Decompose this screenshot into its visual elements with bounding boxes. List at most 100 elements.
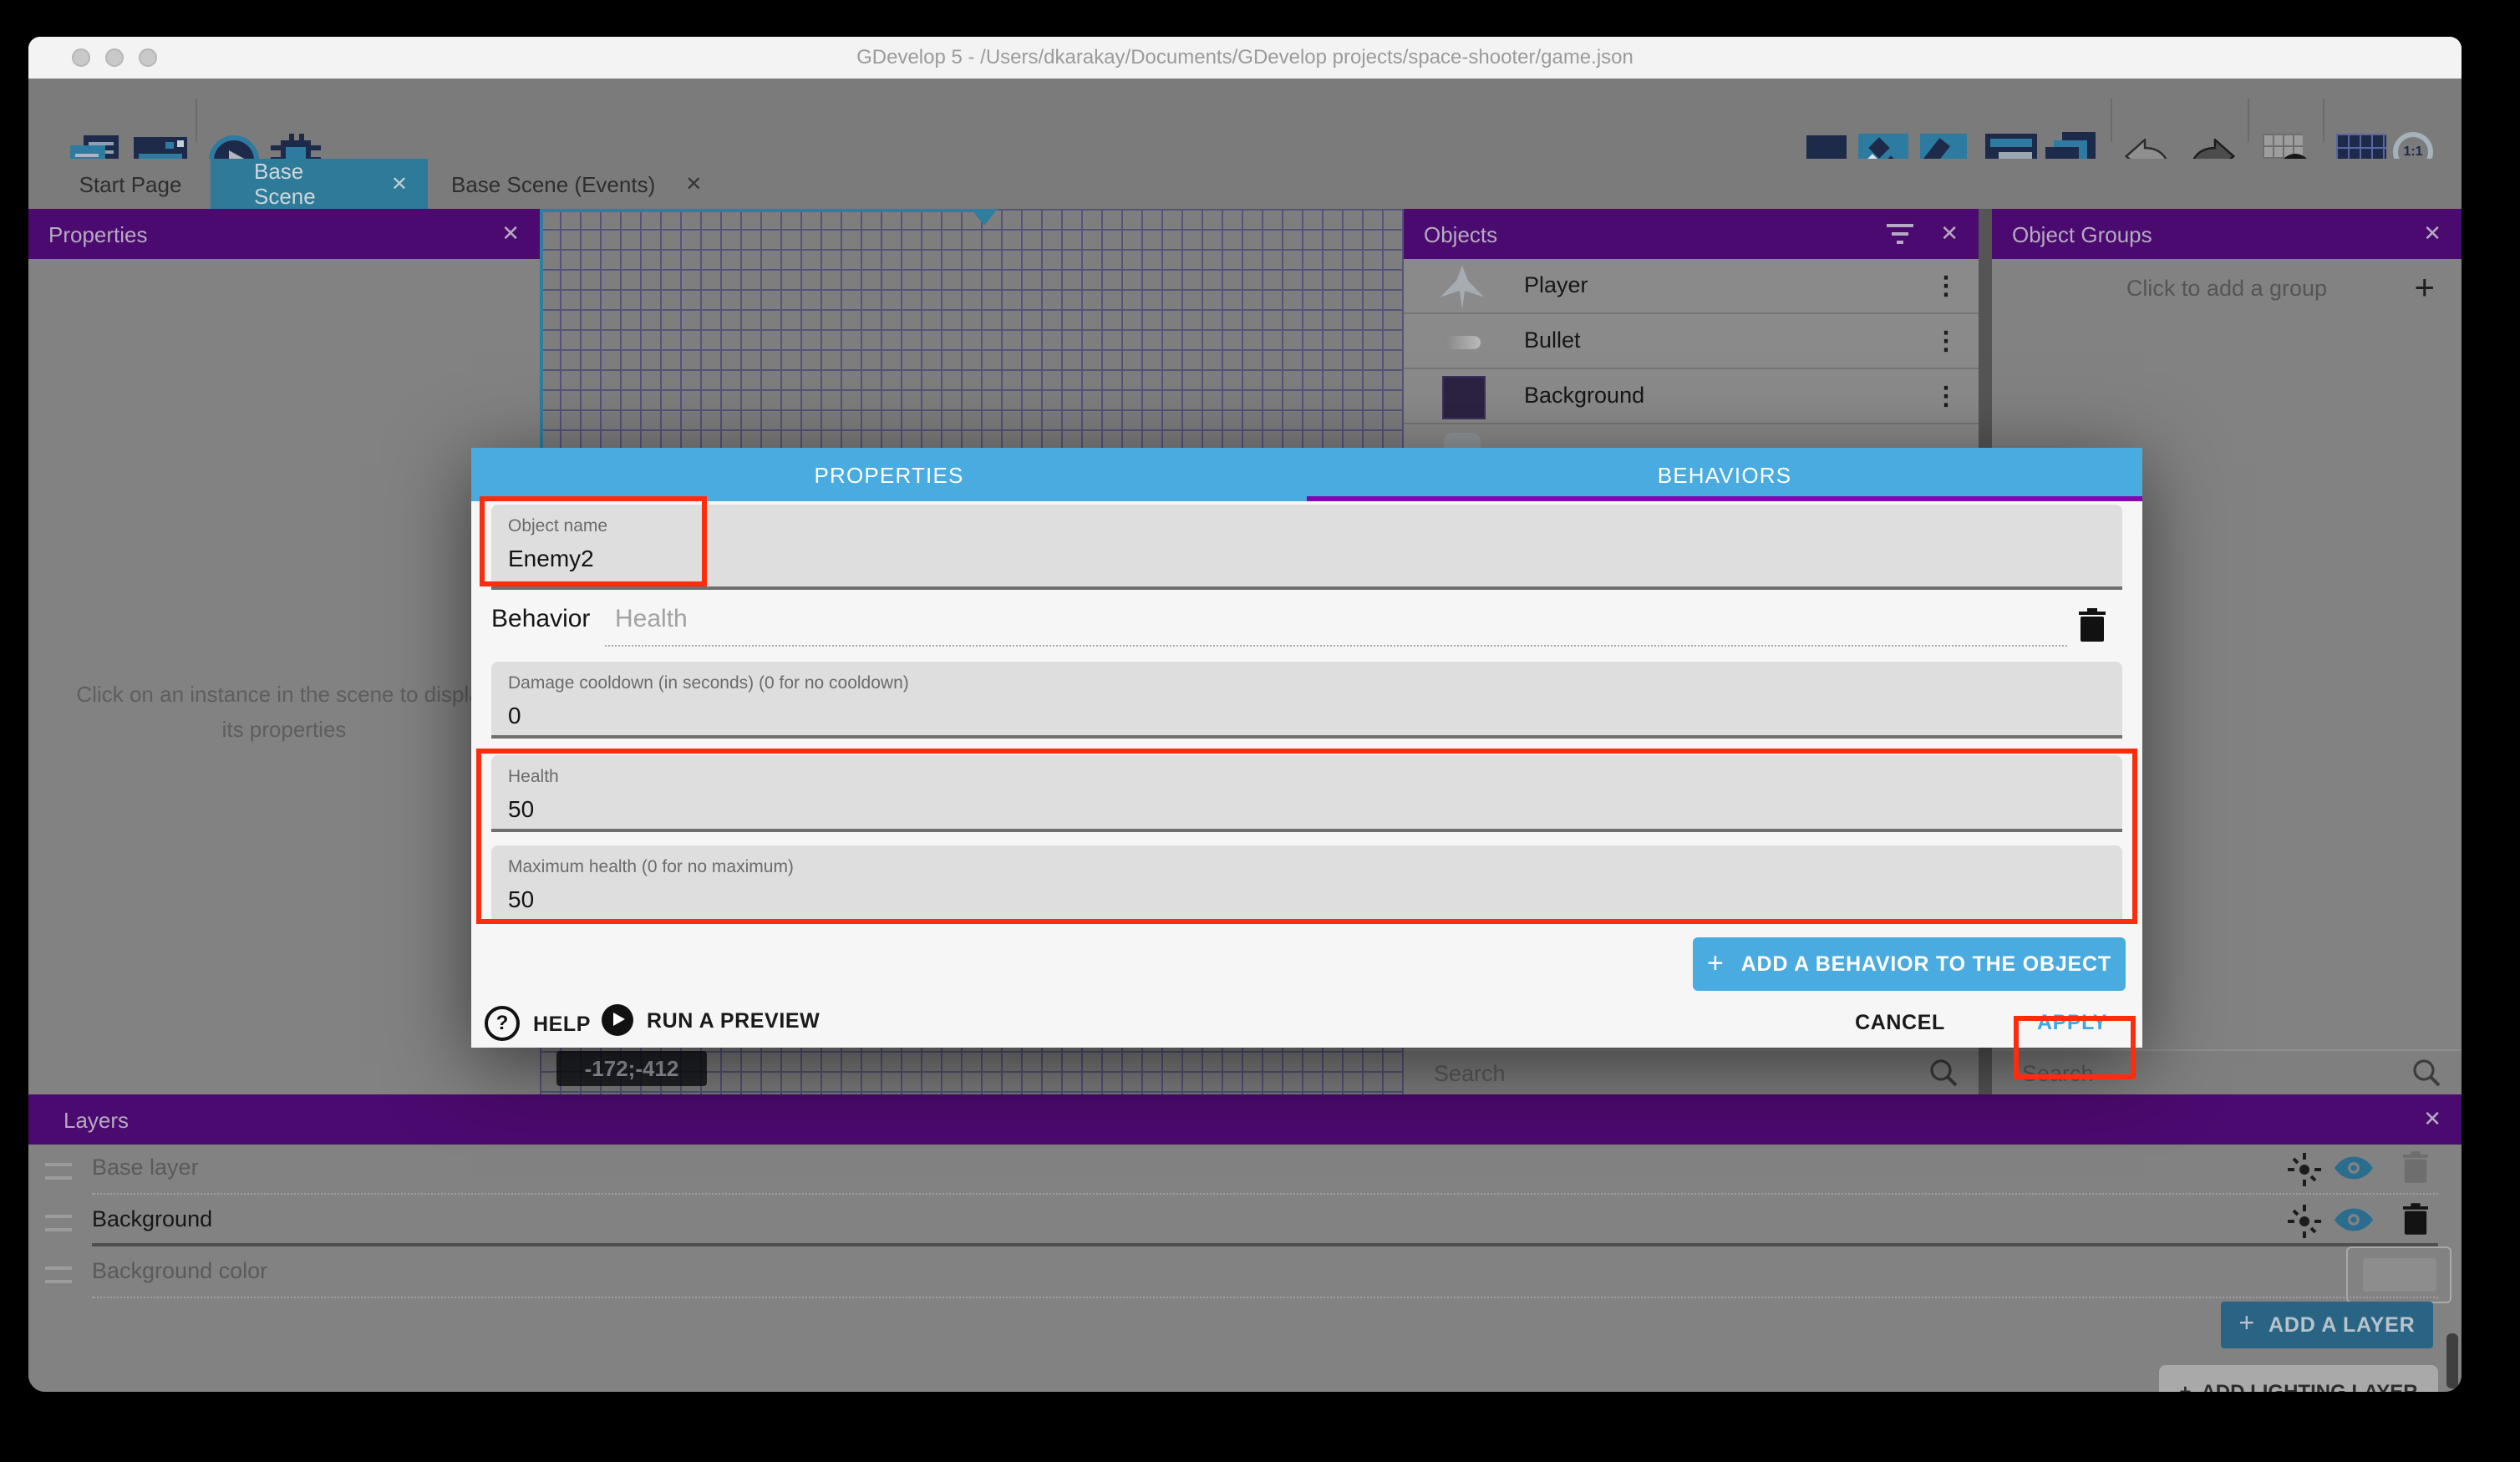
delete-behavior-icon[interactable]	[2079, 608, 2106, 642]
layer-row-background[interactable]: Background	[28, 1195, 2462, 1246]
layer-visibility-icon[interactable]	[2335, 1208, 2373, 1231]
layer-effects-icon[interactable]	[2288, 1153, 2321, 1186]
object-groups-panel-header: Object Groups ✕	[1992, 209, 2462, 259]
close-panel-icon[interactable]: ✕	[1940, 221, 1959, 247]
cursor-coordinates-badge: -172;-412	[556, 1051, 707, 1086]
active-tab-indicator	[1307, 496, 2142, 501]
behavior-name-field[interactable]: Health	[615, 605, 688, 633]
field-label: Damage cooldown (in seconds) (0 for no c…	[508, 673, 909, 693]
objects-search-field[interactable]: Search	[1404, 1049, 1979, 1096]
layer-effects-icon[interactable]	[2288, 1205, 2321, 1238]
selection-left-edge	[540, 209, 543, 448]
field-value: 0	[508, 702, 521, 728]
filter-icon[interactable]	[1887, 224, 1913, 244]
annotation-box-object-name	[480, 496, 707, 586]
objects-panel-header: Objects ✕	[1404, 209, 1979, 259]
object-name: Background	[1524, 383, 1644, 408]
properties-panel: Click on an instance in the scene to dis…	[28, 259, 540, 1094]
toolbar-separator	[2111, 99, 2112, 142]
plus-icon	[1707, 947, 1725, 981]
delete-layer-icon[interactable]	[2403, 1203, 2428, 1235]
object-row-player[interactable]: Player ⋮	[1404, 259, 1979, 314]
tab-label: BEHAVIORS	[1658, 462, 1792, 487]
panel-title: Objects	[1424, 221, 1497, 246]
tab-base-scene[interactable]: Base Scene ✕	[211, 159, 428, 209]
add-group-label: Click to add a group	[1992, 276, 2462, 301]
panel-title: Layers	[64, 1107, 129, 1132]
toolbar-separator	[196, 99, 197, 142]
selection-top-edge	[540, 209, 993, 212]
play-icon	[602, 1004, 633, 1036]
close-panel-icon[interactable]: ✕	[2423, 1106, 2441, 1133]
run-preview-button[interactable]: RUN A PREVIEW	[602, 1004, 820, 1036]
add-group-plus-icon[interactable]	[2414, 269, 2435, 309]
layer-name: Base layer	[92, 1155, 199, 1180]
drag-handle-icon[interactable]	[45, 1163, 72, 1180]
help-button[interactable]: ? HELP	[485, 1006, 591, 1041]
add-group-row[interactable]: Click to add a group	[1992, 259, 2462, 319]
tab-label: PROPERTIES	[814, 462, 963, 487]
titlebar: GDevelop 5 - /Users/dkarakay/Documents/G…	[28, 37, 2462, 80]
button-label: ADD A LAYER	[2269, 1313, 2416, 1337]
tab-base-scene-events[interactable]: Base Scene (Events) ✕	[428, 159, 725, 209]
toolbar-separator	[2323, 99, 2324, 142]
layers-panel-header: Layers ✕	[28, 1094, 2462, 1145]
search-icon	[2411, 1058, 2441, 1088]
layer-name: Background color	[92, 1258, 267, 1283]
object-name: Bullet	[1524, 327, 1581, 353]
object-row-background[interactable]: Background ⋮	[1404, 369, 1979, 424]
layer-row-background-color[interactable]: Background color	[28, 1246, 2462, 1298]
window-title: GDevelop 5 - /Users/dkarakay/Documents/G…	[28, 37, 2462, 79]
behavior-label: Behavior	[491, 605, 590, 633]
layers-scrollbar[interactable]	[2446, 1333, 2458, 1388]
object-menu-icon[interactable]: ⋮	[1933, 271, 1959, 301]
plus-icon	[2179, 1380, 2191, 1392]
layer-visibility-icon[interactable]	[2335, 1156, 2373, 1180]
background-sprite-icon	[1442, 376, 1486, 419]
button-label: ADD A BEHAVIOR TO THE OBJECT	[1741, 952, 2111, 976]
close-tab-icon[interactable]: ✕	[685, 172, 702, 195]
annotation-box-apply	[2014, 1016, 2136, 1079]
dialog-tab-properties[interactable]: PROPERTIES	[471, 448, 1307, 501]
behavior-name-underline	[605, 645, 2067, 647]
object-row-bullet[interactable]: Bullet ⋮	[1404, 314, 1979, 369]
annotation-box-health-fields	[476, 749, 2137, 924]
selection-handle-icon[interactable]	[971, 209, 998, 226]
cancel-button[interactable]: CANCEL	[1842, 1011, 1959, 1034]
background-color-picker[interactable]	[2346, 1246, 2451, 1303]
add-behavior-button[interactable]: ADD A BEHAVIOR TO THE OBJECT	[1693, 937, 2126, 991]
help-icon: ?	[485, 1006, 520, 1041]
bullet-sprite-icon	[1444, 336, 1481, 349]
close-panel-icon[interactable]: ✕	[501, 221, 520, 247]
object-menu-icon[interactable]: ⋮	[1933, 381, 1959, 411]
close-tab-icon[interactable]: ✕	[391, 172, 408, 195]
drag-handle-icon[interactable]	[45, 1215, 72, 1231]
object-name-field[interactable]: Object name Enemy2	[491, 505, 2122, 590]
layer-name: Background	[92, 1206, 212, 1231]
screen: GDevelop 5 - /Users/dkarakay/Documents/G…	[0, 0, 2520, 1462]
search-icon	[1928, 1058, 1959, 1088]
delete-layer-icon[interactable]	[2403, 1151, 2428, 1183]
panel-title: Object Groups	[2012, 221, 2152, 246]
toolbar-separator	[2248, 99, 2249, 142]
plus-icon	[2239, 1310, 2256, 1340]
dialog-tab-behaviors[interactable]: BEHAVIORS	[1307, 448, 2142, 501]
damage-cooldown-field[interactable]: Damage cooldown (in seconds) (0 for no c…	[491, 662, 2122, 739]
tab-label: Base Scene	[254, 159, 368, 209]
properties-empty-text-line1: Click on an instance in the scene to dis…	[28, 677, 540, 712]
tab-label: Start Page	[79, 171, 182, 196]
add-layer-button[interactable]: ADD A LAYER	[2221, 1302, 2433, 1348]
tab-start-page[interactable]: Start Page	[50, 159, 211, 209]
object-sprite-icon	[1444, 433, 1481, 448]
object-menu-icon[interactable]: ⋮	[1933, 326, 1959, 356]
drag-handle-icon[interactable]	[45, 1267, 72, 1283]
object-editor-dialog: PROPERTIES BEHAVIORS Object name Enemy2 …	[471, 448, 2142, 1048]
layer-row-base-layer[interactable]: Base layer	[28, 1143, 2462, 1195]
search-placeholder: Search	[1434, 1061, 1506, 1086]
properties-panel-header: Properties ✕	[28, 209, 540, 259]
properties-empty-text-line2: its properties	[28, 712, 540, 747]
add-lighting-layer-button[interactable]: ADD LIGHTING LAYER	[2159, 1365, 2438, 1392]
close-panel-icon[interactable]: ✕	[2423, 221, 2441, 247]
object-name: Player	[1524, 272, 1588, 297]
object-row-partial[interactable]	[1404, 424, 1979, 448]
